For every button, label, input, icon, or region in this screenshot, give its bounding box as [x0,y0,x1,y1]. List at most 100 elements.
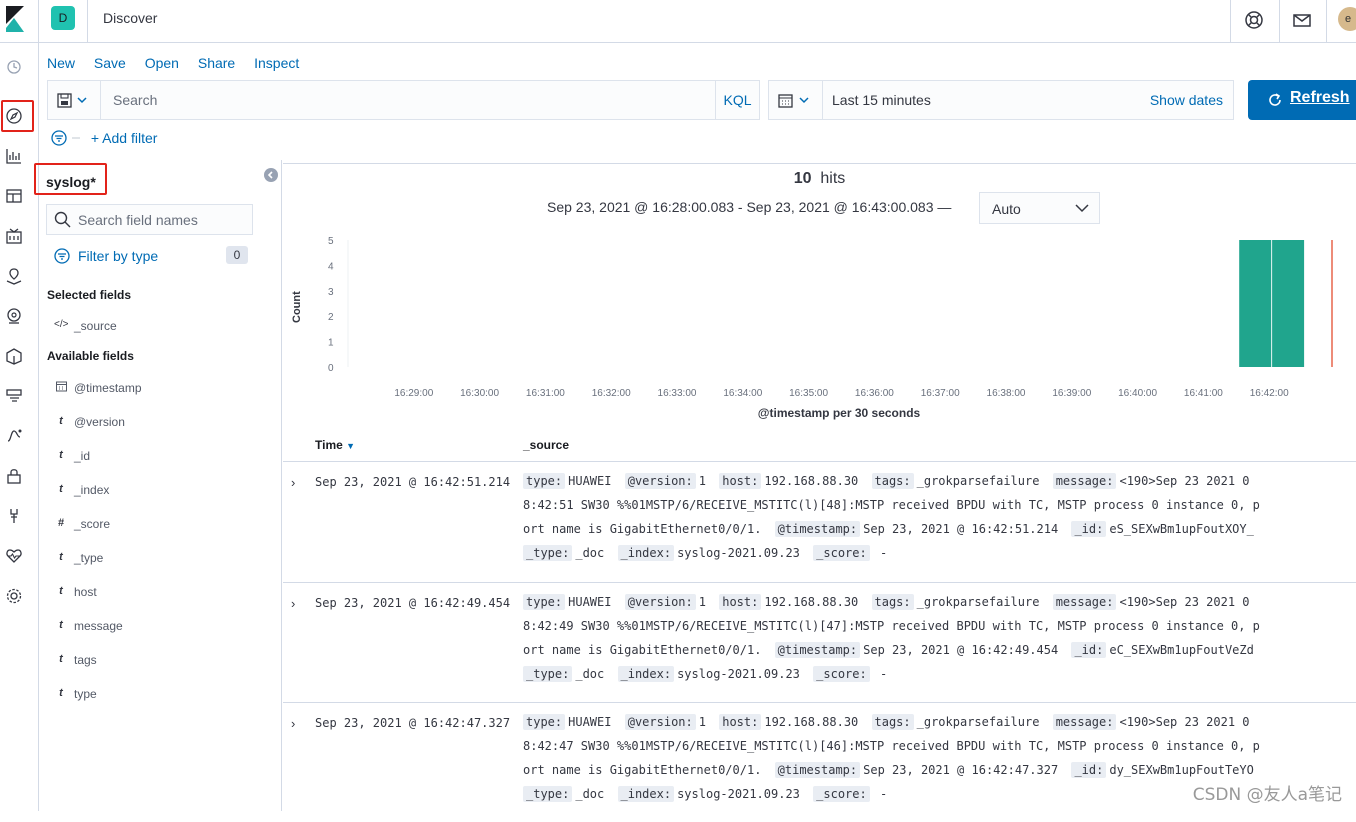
refresh-icon [1267,92,1283,108]
date-range-display[interactable]: Last 15 minutes Show dates [822,80,1234,120]
x-tick-label: 16:32:00 [592,388,631,399]
maps-icon[interactable] [5,267,23,285]
menu-share[interactable]: Share [198,55,235,71]
histogram-bar[interactable] [1239,240,1271,367]
hits-number: 10 [794,170,812,187]
source-field-key: _id: [1071,521,1106,537]
source-field-value: eS_SEXwBm1upFoutXOY_ [1109,522,1254,536]
user-avatar[interactable]: e [1338,7,1356,31]
field-name: host [74,585,97,599]
expand-chevron-icon[interactable]: › [291,716,295,731]
collapse-sidebar-button[interactable] [264,168,278,182]
source-field-key: type: [523,714,565,730]
source-field-key: _index: [618,545,675,561]
row-source: type:HUAWEI @version:1 host:192.168.88.3… [523,469,1263,565]
x-tick-label: 16:41:00 [1184,388,1223,399]
source-field-value: HUAWEI [568,715,611,729]
quick-date-picker[interactable] [768,80,823,120]
y-tick-label: 5 [328,236,334,247]
source-field-key: @timestamp: [775,762,860,778]
source-field-value: _doc [575,667,604,681]
dev-tools-icon[interactable] [5,507,23,525]
query-language-kql[interactable]: KQL [715,80,760,120]
interval-select[interactable]: Auto [979,192,1100,224]
menu-open[interactable]: Open [145,55,179,71]
table-row: ›Sep 23, 2021 @ 16:42:51.214type:HUAWEI … [283,461,1356,581]
recent-clock-icon[interactable] [5,58,23,76]
field-name: _type [74,551,103,565]
source-field-key: tags: [872,714,914,730]
x-tick-label: 16:37:00 [921,388,960,399]
source-field-value: _grokparsefailure [917,715,1040,729]
menu-new[interactable]: New [47,55,75,71]
help-icon[interactable] [1243,9,1265,31]
code-icon: </> [54,319,68,330]
show-dates-link[interactable]: Show dates [1150,92,1223,108]
source-field-key: _score: [813,666,870,682]
source-field-value: HUAWEI [568,474,611,488]
mail-icon[interactable] [1291,9,1313,31]
kibana-logo-icon[interactable] [4,6,26,32]
infrastructure-icon[interactable] [5,347,23,365]
ml-icon[interactable] [5,307,23,325]
source-field-key: type: [523,473,565,489]
source-field-key: _index: [618,666,675,682]
filter-menu-icon[interactable] [47,130,87,146]
expand-chevron-icon[interactable]: › [291,475,295,490]
search-input[interactable]: Search [100,80,716,120]
source-field-key: _score: [813,786,870,802]
hits-label: hits [820,170,845,187]
table-header: Time ▼ _source [283,430,1356,460]
field-name: _score [74,517,110,531]
source-field-key: _type: [523,545,572,561]
row-time: Sep 23, 2021 @ 16:42:49.454 [315,596,510,610]
refresh-button[interactable]: Refresh [1248,80,1356,120]
visualize-icon[interactable] [5,147,23,165]
security-lock-icon[interactable] [5,467,23,485]
histogram-bar[interactable] [1272,240,1304,367]
results-date-range: Sep 23, 2021 @ 16:28:00.083 - Sep 23, 20… [547,199,951,215]
string-type-icon: t [54,483,68,495]
x-tick-label: 16:36:00 [855,388,894,399]
search-icon [54,211,72,229]
menu-save[interactable]: Save [94,55,126,71]
logs-icon[interactable] [5,387,23,405]
space-badge[interactable]: D [51,6,75,30]
expand-chevron-icon[interactable]: › [291,596,295,611]
x-tick-label: 16:30:00 [460,388,499,399]
source-field-key: host: [719,594,761,610]
source-field-value: 192.168.88.30 [764,595,858,609]
source-field-value: - [873,546,887,560]
source-field-value: _grokparsefailure [917,595,1040,609]
add-filter-link[interactable]: + Add filter [91,130,158,146]
canvas-icon[interactable] [5,227,23,245]
source-field-key: host: [719,714,761,730]
source-field-key: message: [1053,714,1117,730]
string-type-icon: t [54,415,68,427]
col-time-header[interactable]: Time ▼ [315,438,355,452]
management-gear-icon[interactable] [5,587,23,605]
selected-fields-title: Selected fields [47,288,131,302]
source-field-value: 192.168.88.30 [764,474,858,488]
chevron-down-icon [1075,203,1089,213]
side-nav [0,43,39,811]
y-tick-label: 4 [328,261,334,272]
source-field-key: _type: [523,666,572,682]
string-type-icon: t [54,551,68,563]
source-field-key: message: [1053,473,1117,489]
x-tick-label: 16:35:00 [789,388,828,399]
string-type-icon: t [54,449,68,461]
saved-query-button[interactable] [47,80,101,120]
source-field-key: _index: [618,786,675,802]
highlight-box-discover [1,100,34,132]
dashboard-icon[interactable] [5,187,23,205]
apm-icon[interactable] [5,427,23,445]
monitoring-heart-icon[interactable] [5,547,23,565]
menu-inspect[interactable]: Inspect [254,55,299,71]
field-search-input[interactable]: Search field names [46,204,253,235]
source-field-value: - [873,667,887,681]
row-source: type:HUAWEI @version:1 host:192.168.88.3… [523,590,1263,686]
x-tick-label: 16:42:00 [1250,388,1289,399]
field-name: type [74,687,97,701]
filter-count-badge: 0 [226,246,248,264]
